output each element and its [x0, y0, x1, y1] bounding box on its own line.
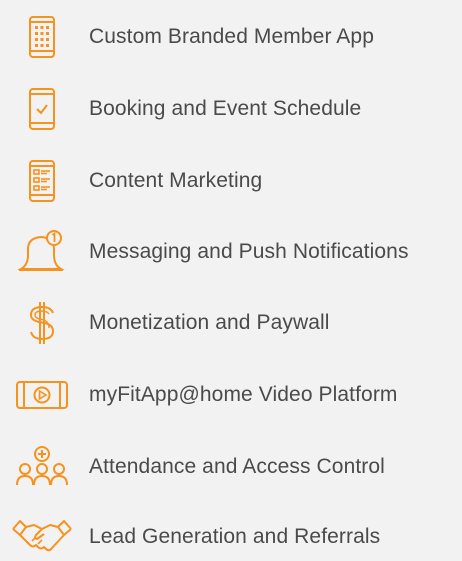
- feature-label: Booking and Event Schedule: [89, 97, 362, 120]
- feature-label: Monetization and Paywall: [89, 311, 330, 334]
- feature-label: myFitApp@home Video Platform: [89, 383, 398, 406]
- feature-label: Attendance and Access Control: [89, 455, 385, 478]
- feature-label: Content Marketing: [89, 169, 263, 192]
- content-list-phone-icon: [10, 157, 74, 205]
- notification-bell-icon: [10, 228, 74, 276]
- feature-item-lead-generation: Lead Generation and Referrals: [0, 513, 462, 561]
- feature-label: Lead Generation and Referrals: [89, 525, 381, 548]
- keypad-phone-icon: [10, 13, 74, 61]
- feature-item-attendance: Attendance and Access Control: [0, 443, 462, 491]
- feature-label: Messaging and Push Notifications: [89, 240, 409, 263]
- feature-item-messaging: Messaging and Push Notifications: [0, 228, 462, 276]
- feature-item-member-app: Custom Branded Member App: [0, 13, 462, 61]
- feature-item-booking: Booking and Event Schedule: [0, 85, 462, 133]
- handshake-icon: [10, 513, 74, 561]
- checkmark-phone-icon: [10, 85, 74, 133]
- feature-item-video: myFitApp@home Video Platform: [0, 371, 462, 419]
- video-play-icon: [10, 371, 74, 419]
- feature-item-monetization: Monetization and Paywall: [0, 299, 462, 347]
- feature-list: Custom Branded Member App Booking and Ev…: [0, 0, 462, 561]
- group-add-people-icon: [10, 443, 74, 491]
- feature-label: Custom Branded Member App: [89, 25, 374, 48]
- feature-item-content: Content Marketing: [0, 157, 462, 205]
- dollar-sign-icon: [10, 299, 74, 347]
